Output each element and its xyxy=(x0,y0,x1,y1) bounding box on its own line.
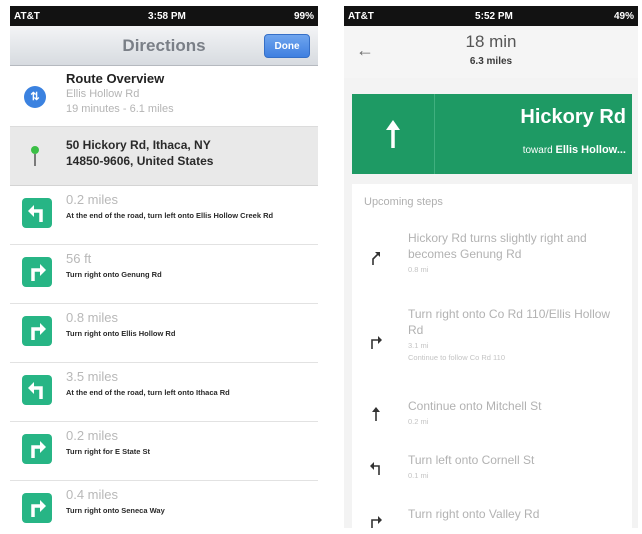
step-instruction: Turn right onto Genung Rd xyxy=(66,270,162,279)
current-step-banner[interactable]: Hickory Rd toward Ellis Hollow... xyxy=(352,94,632,174)
step-note: Continue to follow Co Rd 110 xyxy=(408,353,506,362)
navigation-bar: Directions Done xyxy=(10,26,318,66)
clock: 3:58 PM xyxy=(148,10,186,22)
destination-line-1: 50 Hickory Rd, Ithaca, NY xyxy=(66,138,211,152)
destination-line-2: 14850-9606, United States xyxy=(66,154,214,168)
turn-left-icon xyxy=(22,375,52,405)
step-distance: 0.4 miles xyxy=(66,487,119,502)
step-text: Turn left onto Cornell St xyxy=(408,453,535,467)
step-text: Turn right onto Co Rd 110/Ellis Hollow R… xyxy=(408,307,611,337)
list-item[interactable]: Turn right onto Valley Rd xyxy=(352,506,632,528)
straight-arrow-icon xyxy=(368,406,384,422)
step-instruction: Turn right onto Ellis Hollow Rd xyxy=(66,329,176,338)
route-overview-summary: 19 minutes - 6.1 miles xyxy=(66,103,174,115)
route-overview-row[interactable]: ⇅ Route Overview Ellis Hollow Rd 19 minu… xyxy=(10,66,318,127)
list-item[interactable]: Turn left onto Cornell St 0.1 mi xyxy=(352,452,632,492)
step-distance: 0.2 miles xyxy=(66,192,119,207)
step-text: Continue onto Mitchell St xyxy=(408,399,542,413)
list-item[interactable]: Turn right onto Co Rd 110/Ellis Hollow R… xyxy=(352,306,632,384)
upcoming-steps-card: Upcoming steps Hickory Rd turns slightly… xyxy=(352,184,632,528)
step-distance: 0.8 mi xyxy=(408,265,429,274)
step-distance: 0.1 mi xyxy=(408,471,429,480)
step-distance: 56 ft xyxy=(66,251,92,266)
step-instruction: At the end of the road, turn left onto E… xyxy=(66,211,274,220)
step-instruction: At the end of the road, turn left onto I… xyxy=(66,388,230,397)
step-text: Turn right onto Valley Rd xyxy=(408,507,540,521)
toward-road: Ellis Hollow... xyxy=(555,144,627,156)
battery-label: 99% xyxy=(293,10,314,22)
destination-address: 50 Hickory Rd, Ithaca, NY 14850-9606, Un… xyxy=(66,137,306,169)
list-item[interactable]: Hickory Rd turns slightly right and beco… xyxy=(352,230,632,292)
route-overview-title: Route Overview xyxy=(66,71,165,86)
step-instruction: Turn right onto Seneca Way xyxy=(66,506,165,515)
step-distance: 0.8 miles xyxy=(66,310,119,325)
trip-duration: 18 min xyxy=(465,32,517,51)
list-item[interactable]: 0.2 miles Turn right for E State St xyxy=(10,422,318,481)
list-item[interactable]: 0.2 miles At the end of the road, turn l… xyxy=(10,186,318,245)
step-distance: 0.2 mi xyxy=(408,417,429,426)
straight-arrow-icon xyxy=(352,94,435,174)
current-street: Hickory Rd xyxy=(520,106,626,128)
list-item[interactable]: 3.5 miles At the end of the road, turn l… xyxy=(10,363,318,422)
battery-label: 49% xyxy=(613,10,634,22)
right-phone-screen: AT&T 5:52 PM 49% ← 18 min 6.3 miles Hick… xyxy=(344,6,638,528)
upcoming-steps-heading: Upcoming steps xyxy=(364,196,443,208)
done-button[interactable]: Done xyxy=(264,34,310,58)
route-swap-icon: ⇅ xyxy=(24,86,46,108)
step-distance: 0.2 miles xyxy=(66,428,119,443)
turn-right-icon xyxy=(368,334,384,350)
carrier-label: AT&T xyxy=(14,10,40,22)
turn-right-icon xyxy=(22,316,52,346)
toward-label: toward Ellis Hollow... xyxy=(442,144,626,156)
destination-row[interactable]: 50 Hickory Rd, Ithaca, NY 14850-9606, Un… xyxy=(10,127,318,186)
status-bar: AT&T 3:58 PM 99% xyxy=(10,6,318,26)
slight-right-icon xyxy=(368,250,384,266)
turn-right-icon xyxy=(22,434,52,464)
clock: 5:52 PM xyxy=(475,10,513,22)
step-distance: 3.1 mi xyxy=(408,341,429,350)
trip-header: ← 18 min 6.3 miles xyxy=(344,26,638,78)
list-item[interactable]: 0.8 miles Turn right onto Ellis Hollow R… xyxy=(10,304,318,363)
list-item[interactable]: Continue onto Mitchell St 0.2 mi xyxy=(352,398,632,438)
toward-prefix: toward xyxy=(522,145,553,156)
list-item[interactable]: 0.4 miles Turn right onto Seneca Way xyxy=(10,481,318,528)
left-phone-screen: AT&T 3:58 PM 99% Directions Done ⇅ Route… xyxy=(10,6,318,528)
turn-right-icon xyxy=(22,257,52,287)
route-overview-road: Ellis Hollow Rd xyxy=(66,88,140,100)
status-bar: AT&T 5:52 PM 49% xyxy=(344,6,638,26)
turn-left-icon xyxy=(22,198,52,228)
turn-right-icon xyxy=(368,514,384,528)
trip-distance: 6.3 miles xyxy=(469,56,513,67)
list-item[interactable]: 56 ft Turn right onto Genung Rd xyxy=(10,245,318,304)
step-instruction: Turn right for E State St xyxy=(66,447,151,456)
turn-left-icon xyxy=(368,460,384,476)
carrier-label: AT&T xyxy=(348,10,374,22)
step-distance: 3.5 miles xyxy=(66,369,119,384)
turn-right-icon xyxy=(22,493,52,523)
step-text: Hickory Rd turns slightly right and beco… xyxy=(408,231,587,261)
step-list: 0.2 miles At the end of the road, turn l… xyxy=(10,186,318,528)
